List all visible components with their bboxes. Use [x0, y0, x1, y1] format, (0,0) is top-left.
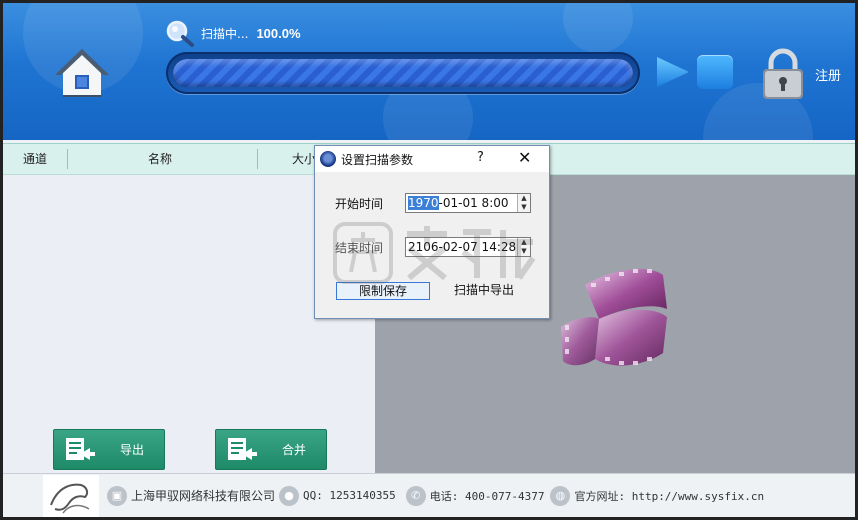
dialog-title: 设置扫描参数 — [341, 152, 414, 167]
column-channel[interactable]: 通道 — [23, 144, 47, 174]
merge-button[interactable]: 合并 — [215, 429, 327, 470]
stop-icon[interactable] — [697, 55, 733, 89]
scan-export-button[interactable]: 扫描中导出 — [445, 282, 523, 300]
register-link[interactable]: 注册 — [815, 65, 841, 84]
end-time-picker[interactable]: 2106-02-07 14:28 ▲ ▼ — [405, 237, 531, 257]
scan-percent: 100.0% — [256, 25, 301, 41]
magnifier-icon — [166, 20, 194, 47]
app-window: 扫描中... 100.0% 注册 通道 名称 大小 导出 合并 ▣ 上海甲驭网络… — [0, 0, 858, 520]
progress-fill — [173, 59, 633, 87]
dialog-titlebar[interactable]: 设置扫描参数 ? ✕ — [315, 146, 549, 172]
start-time-picker[interactable]: 1970-01-01 8:00 ▲ ▼ — [405, 193, 531, 213]
column-size[interactable]: 大小 — [292, 144, 316, 174]
company-icon: ▣ — [107, 485, 127, 506]
company-name: 上海甲驭网络科技有限公司 — [131, 489, 276, 503]
qq-icon: ● — [279, 485, 300, 506]
merge-icon — [228, 437, 257, 460]
footer-bar: ▣ 上海甲驭网络科技有限公司 ● QQ: 1253140355 ✆ 电话: 40… — [3, 473, 855, 517]
progress-track — [173, 59, 633, 87]
phone-number: 电话: 400-077-4377 — [429, 489, 545, 503]
start-time-spinner[interactable]: ▲ ▼ — [517, 194, 530, 212]
header-bar: 扫描中... 100.0% 注册 — [3, 3, 855, 140]
start-year-segment[interactable]: 1970 — [408, 196, 439, 210]
play-icon[interactable] — [655, 55, 691, 89]
header-decoration — [563, 3, 633, 53]
help-button[interactable]: ? — [477, 150, 484, 165]
scan-status: 扫描中... 100.0% — [165, 19, 301, 47]
website-link[interactable]: 官方网址: http://www.sysfix.cn — [574, 488, 764, 504]
limit-save-button[interactable]: 限制保存 — [336, 282, 430, 300]
limit-save-label: 限制保存 — [358, 284, 407, 298]
column-divider — [257, 149, 258, 169]
scan-export-label: 扫描中导出 — [453, 283, 514, 297]
start-time-rest: -01-01 8:00 — [438, 196, 509, 210]
end-time-value: 2106-02-07 14:28 — [408, 240, 517, 254]
merge-label: 合并 — [282, 443, 307, 457]
scan-progress-bar — [166, 52, 640, 94]
company-logo — [43, 474, 99, 517]
end-time-spinner[interactable]: ▲ ▼ — [517, 238, 530, 256]
end-time-label: 结束时间 — [335, 241, 384, 255]
film-reel-icon — [561, 269, 667, 366]
column-divider — [67, 149, 68, 169]
column-name[interactable]: 名称 — [148, 144, 172, 174]
home-icon[interactable] — [53, 45, 111, 101]
globe-icon: ◍ — [550, 485, 571, 506]
export-button[interactable]: 导出 — [53, 429, 165, 470]
lock-icon[interactable] — [759, 47, 807, 101]
phone-icon: ✆ — [405, 485, 426, 506]
export-label: 导出 — [120, 443, 145, 457]
app-icon — [320, 151, 336, 167]
export-icon — [66, 437, 95, 460]
scan-settings-dialog: 设置扫描参数 ? ✕ 开始时间 1970-01-01 8:00 ▲ ▼ 结束时间 … — [314, 145, 550, 319]
start-time-label: 开始时间 — [335, 197, 384, 211]
scan-label: 扫描中... — [201, 26, 249, 41]
qq-number: QQ: 1253140355 — [303, 489, 396, 502]
close-icon[interactable]: ✕ — [518, 148, 531, 167]
